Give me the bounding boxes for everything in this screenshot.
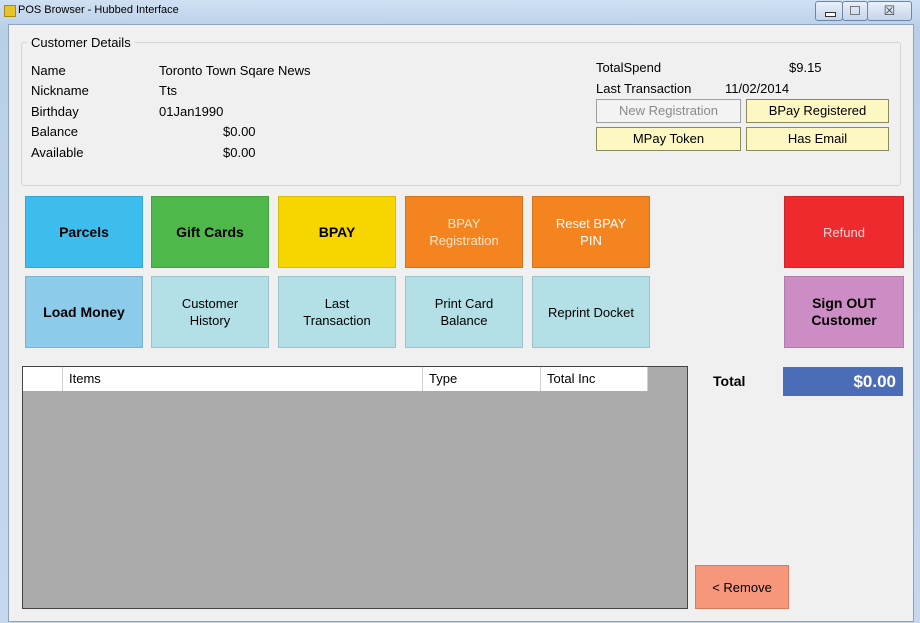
minimize-icon bbox=[825, 12, 836, 17]
available-label: Available bbox=[31, 145, 84, 160]
window-title: POS Browser - Hubbed Interface bbox=[18, 4, 179, 16]
gift-cards-label: Gift Cards bbox=[176, 223, 244, 240]
bpay-registered-button[interactable]: BPay Registered bbox=[746, 99, 889, 123]
sign-out-customer-label: Sign OUT Customer bbox=[811, 295, 877, 328]
name-label: Name bbox=[31, 63, 66, 78]
customer-history-label: Customer History bbox=[181, 296, 239, 328]
total-spend-label: TotalSpend bbox=[596, 60, 662, 75]
balance-label: Balance bbox=[31, 124, 78, 139]
close-button[interactable]: ☒ bbox=[867, 1, 912, 21]
customer-details-title: Customer Details bbox=[27, 35, 135, 50]
main-panel: Customer Details Name Toronto Town Sqare… bbox=[8, 24, 914, 622]
reprint-docket-button[interactable]: Reprint Docket bbox=[532, 276, 650, 348]
bpay-registration-button[interactable]: BPAY Registration bbox=[405, 196, 523, 268]
column-header-type[interactable]: Type bbox=[423, 367, 541, 391]
refund-button[interactable]: Refund bbox=[784, 196, 904, 268]
balance-value: $0.00 bbox=[223, 124, 256, 139]
bpay-registration-label: BPAY Registration bbox=[429, 216, 499, 248]
last-transaction-label: Last Transaction bbox=[596, 81, 692, 96]
available-value: $0.00 bbox=[223, 145, 256, 160]
column-header-total-inc[interactable]: Total Inc bbox=[541, 367, 648, 391]
nickname-value: Tts bbox=[159, 83, 178, 98]
app-icon bbox=[4, 5, 16, 17]
parcels-label: Parcels bbox=[59, 223, 109, 240]
row-header-cell bbox=[23, 367, 63, 391]
reprint-docket-label: Reprint Docket bbox=[548, 304, 634, 320]
load-money-button[interactable]: Load Money bbox=[25, 276, 143, 348]
total-spend-value: $9.15 bbox=[789, 60, 822, 75]
customer-history-button[interactable]: Customer History bbox=[151, 276, 269, 348]
title-bar[interactable]: POS Browser - Hubbed Interface ☒ bbox=[0, 0, 920, 22]
reset-bpay-pin-button[interactable]: Reset BPAY PIN bbox=[532, 196, 650, 268]
birthday-label: Birthday bbox=[31, 104, 79, 119]
load-money-label: Load Money bbox=[43, 303, 125, 320]
remove-button[interactable]: < Remove bbox=[695, 565, 789, 609]
total-value: $0.00 bbox=[783, 367, 903, 396]
last-transaction-button[interactable]: Last Transaction bbox=[278, 276, 396, 348]
total-label: Total bbox=[713, 373, 746, 389]
bpay-label: BPAY bbox=[318, 223, 356, 240]
maximize-icon bbox=[850, 6, 860, 15]
new-registration-button[interactable]: New Registration bbox=[596, 99, 741, 123]
last-transaction-button-label: Last Transaction bbox=[303, 296, 371, 328]
sign-out-customer-button[interactable]: Sign OUT Customer bbox=[784, 276, 904, 348]
print-card-balance-button[interactable]: Print Card Balance bbox=[405, 276, 523, 348]
maximize-button[interactable] bbox=[842, 1, 868, 21]
has-email-button[interactable]: Has Email bbox=[746, 127, 889, 151]
mpay-token-button[interactable]: MPay Token bbox=[596, 127, 741, 151]
bpay-button[interactable]: BPAY bbox=[278, 196, 396, 268]
refund-label: Refund bbox=[823, 224, 865, 240]
last-transaction-value: 11/02/2014 bbox=[725, 81, 790, 96]
reset-bpay-pin-label: Reset BPAY PIN bbox=[555, 216, 627, 248]
grid-header: Items Type Total Inc bbox=[23, 367, 648, 391]
column-header-items[interactable]: Items bbox=[63, 367, 423, 391]
print-card-balance-label: Print Card Balance bbox=[434, 296, 494, 328]
parcels-button[interactable]: Parcels bbox=[25, 196, 143, 268]
gift-cards-button[interactable]: Gift Cards bbox=[151, 196, 269, 268]
minimize-button[interactable] bbox=[815, 1, 843, 21]
items-grid[interactable]: Items Type Total Inc bbox=[22, 366, 688, 609]
birthday-value: 01Jan1990 bbox=[159, 104, 224, 119]
name-value: Toronto Town Sqare News bbox=[159, 63, 311, 78]
nickname-label: Nickname bbox=[31, 83, 89, 98]
close-icon: ☒ bbox=[883, 3, 896, 18]
remove-label: < Remove bbox=[712, 579, 772, 595]
app-window: POS Browser - Hubbed Interface ☒ Custome… bbox=[0, 0, 920, 623]
